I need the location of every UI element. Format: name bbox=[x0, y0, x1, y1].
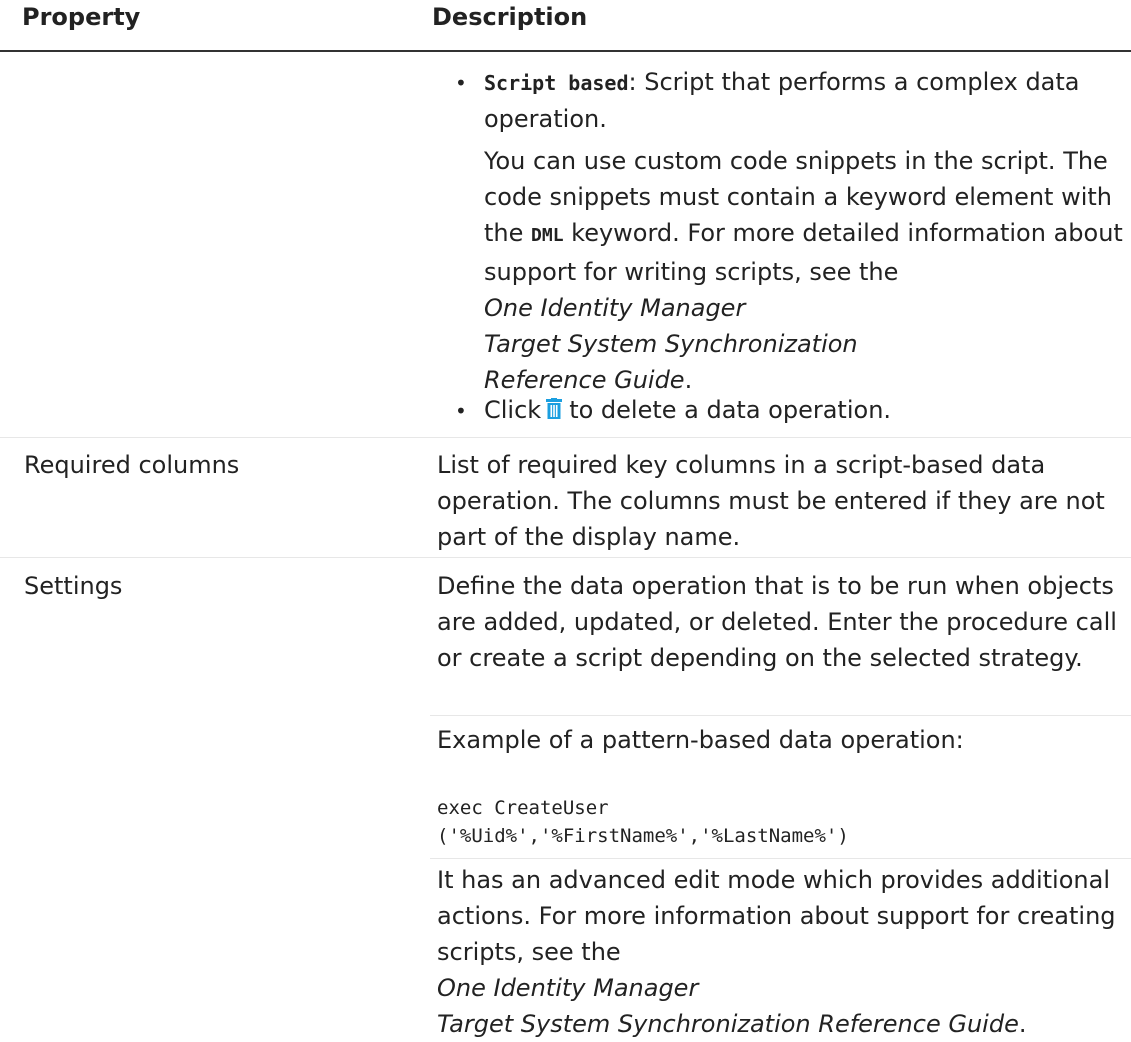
sub-divider bbox=[430, 715, 1131, 716]
settings-para-3: It has an advanced edit mode which provi… bbox=[437, 866, 1116, 1038]
script-paragraph: You can use custom code snippets in the … bbox=[484, 147, 1123, 394]
header-property: Property bbox=[22, 3, 141, 31]
sub-divider bbox=[430, 858, 1131, 859]
bullet: • bbox=[455, 71, 467, 95]
trash-icon bbox=[546, 398, 563, 419]
settings-para-1: Define the data operation that is to be … bbox=[437, 572, 1117, 672]
code-line: ('%Uid%','%FirstName%','%LastName%') bbox=[437, 825, 849, 847]
guide-title: One Identity Manager Target System Synchr… bbox=[484, 294, 858, 394]
script-based-code: Script based bbox=[484, 71, 629, 95]
row-divider bbox=[0, 557, 1131, 558]
script-based-item: Script based: Script that performs a com… bbox=[484, 64, 1124, 137]
code-line: exec CreateUser bbox=[437, 797, 609, 819]
delete-text: to delete a data operation. bbox=[569, 396, 892, 424]
settings-code-example: exec CreateUser ('%Uid%','%FirstName%','… bbox=[437, 794, 1127, 850]
delete-item: Click to delete a data operation. bbox=[484, 392, 1124, 428]
description-settings: Define the data operation that is to be … bbox=[437, 568, 1127, 676]
row-divider bbox=[0, 437, 1131, 438]
click-text: Click bbox=[484, 396, 542, 424]
guide-title: One Identity Manager Target System Synchr… bbox=[437, 974, 1019, 1038]
settings-example-label: Example of a pattern-based data operatio… bbox=[437, 726, 964, 754]
description-required-columns: List of required key columns in a script… bbox=[437, 451, 1105, 551]
header-description: Description bbox=[432, 3, 588, 31]
script-para-text-2: keyword. For more detailed information a… bbox=[484, 219, 1123, 286]
bullet: • bbox=[455, 399, 467, 423]
property-required-columns: Required columns bbox=[24, 451, 240, 479]
dml-keyword: DML bbox=[531, 225, 564, 246]
table-header: Property Description bbox=[0, 0, 1131, 52]
property-settings: Settings bbox=[24, 572, 123, 600]
